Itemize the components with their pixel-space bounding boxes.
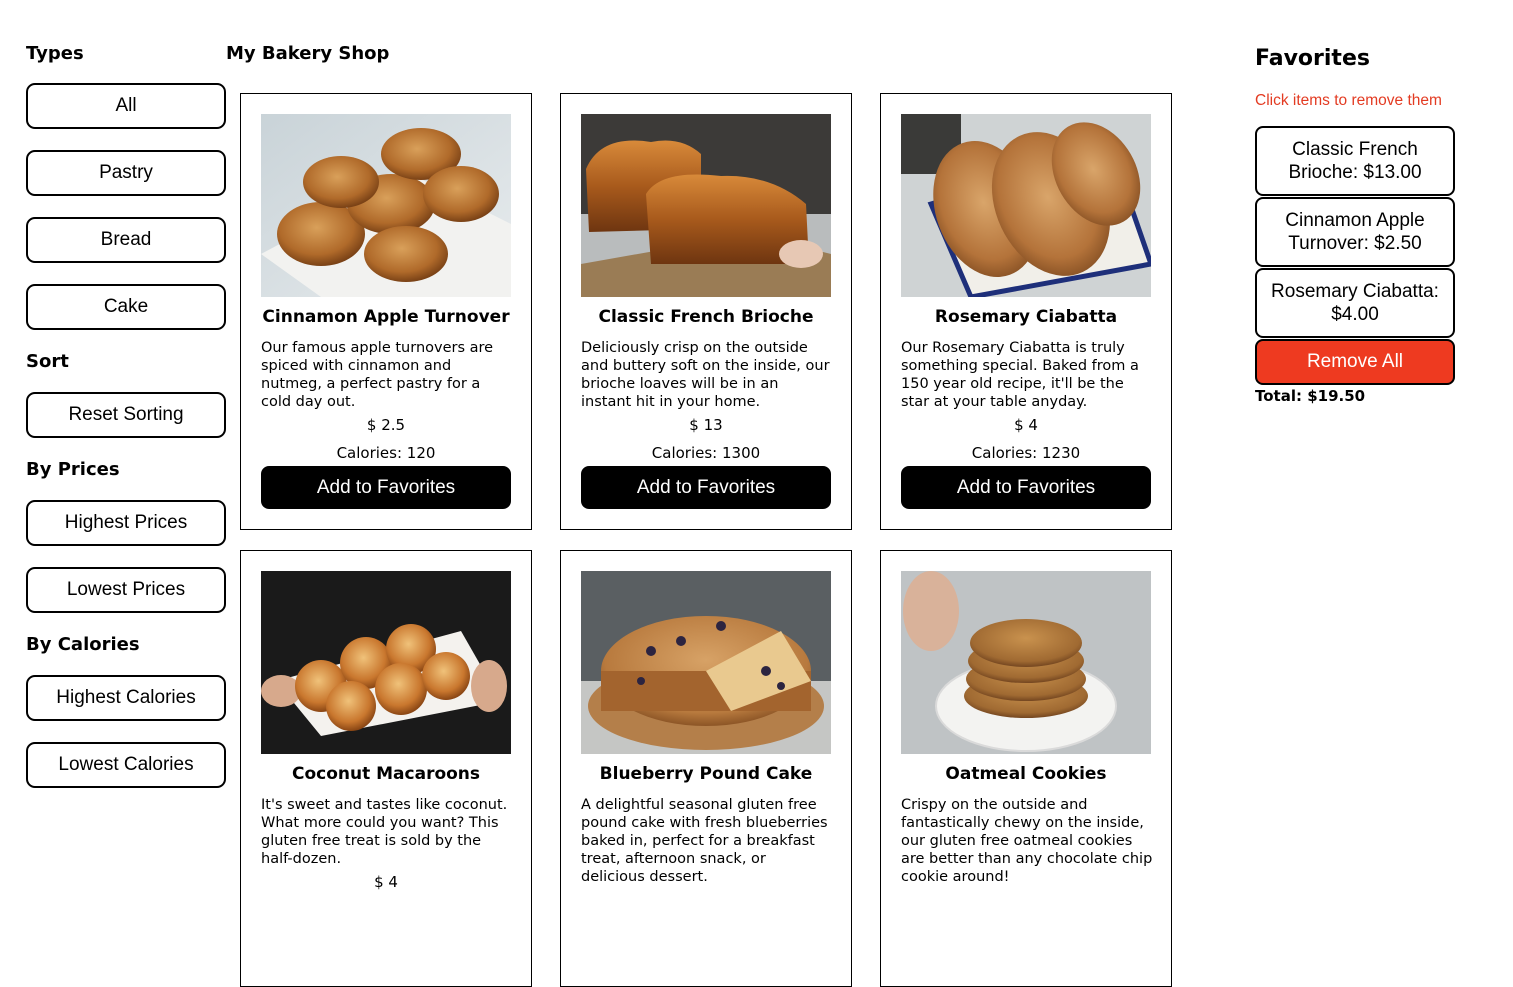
turnover-photo (261, 114, 511, 297)
page-title: My Bakery Shop (226, 43, 390, 64)
types-heading: Types (26, 43, 84, 64)
sort-highest-prices-button[interactable]: Highest Prices (26, 500, 226, 546)
product-description: It's sweet and tastes like coconut. What… (261, 797, 508, 867)
macaroons-photo (261, 571, 511, 754)
product-calories: Calories: 120 (336, 444, 436, 462)
product-name: Cinnamon Apple Turnover (262, 307, 510, 327)
product-name: Oatmeal Cookies (945, 764, 1107, 784)
product-price: $ 13 (689, 416, 723, 434)
reset-sorting-button[interactable]: Reset Sorting (26, 392, 226, 438)
product-description: Crispy on the outside and fantastically … (901, 797, 1153, 885)
product-name: Classic French Brioche (598, 307, 814, 327)
by-calories-heading: By Calories (26, 634, 140, 655)
product-description: Our famous apple turnovers are spiced wi… (261, 340, 494, 410)
product-description: Our Rosemary Ciabatta is truly something… (901, 340, 1139, 410)
sort-lowest-prices-button[interactable]: Lowest Prices (26, 567, 226, 613)
product-card: Classic French Brioche Deliciously crisp… (560, 93, 852, 530)
filter-cake-button[interactable]: Cake (26, 284, 226, 330)
sort-lowest-calories-button[interactable]: Lowest Calories (26, 742, 226, 788)
product-description: Deliciously crisp on the outside and but… (581, 340, 830, 410)
favorite-item[interactable]: Rosemary Ciabatta: $4.00 (1255, 268, 1455, 338)
product-card: Oatmeal Cookies Crispy on the outside an… (880, 550, 1172, 987)
filter-all-button[interactable]: All (26, 83, 226, 129)
product-name: Rosemary Ciabatta (934, 307, 1118, 327)
favorites-total: Total: $19.50 (1255, 387, 1366, 405)
product-card: Coconut Macaroons It's sweet and tastes … (240, 550, 532, 987)
favorites-hint: Click items to remove them (1255, 92, 1442, 109)
sort-highest-calories-button[interactable]: Highest Calories (26, 675, 226, 721)
product-calories: Calories: 1300 (651, 444, 761, 462)
product-name: Blueberry Pound Cake (599, 764, 813, 784)
product-card: Cinnamon Apple Turnover Our famous apple… (240, 93, 532, 530)
add-to-favorites-button[interactable]: Add to Favorites (261, 466, 511, 509)
product-price: $ 2.5 (366, 416, 406, 434)
cookies-photo (901, 571, 1151, 754)
product-calories: Calories: 1230 (971, 444, 1081, 462)
sort-heading: Sort (26, 351, 69, 372)
favorite-item[interactable]: Cinnamon Apple Turnover: $2.50 (1255, 197, 1455, 267)
by-prices-heading: By Prices (26, 459, 120, 480)
add-to-favorites-button[interactable]: Add to Favorites (901, 466, 1151, 509)
product-name: Coconut Macaroons (291, 764, 481, 784)
filter-bread-button[interactable]: Bread (26, 217, 226, 263)
product-card: Rosemary Ciabatta Our Rosemary Ciabatta … (880, 93, 1172, 530)
brioche-photo (581, 114, 831, 297)
filter-pastry-button[interactable]: Pastry (26, 150, 226, 196)
product-card: Blueberry Pound Cake A delightful season… (560, 550, 852, 987)
add-to-favorites-button[interactable]: Add to Favorites (581, 466, 831, 509)
pound-cake-photo (581, 571, 831, 754)
favorite-item[interactable]: Classic French Brioche: $13.00 (1255, 126, 1455, 196)
product-price: $ 4 (1014, 416, 1038, 434)
product-price: $ 4 (374, 873, 398, 891)
favorites-heading: Favorites (1255, 46, 1370, 71)
ciabatta-photo (901, 114, 1151, 297)
remove-all-button[interactable]: Remove All (1255, 339, 1455, 385)
product-description: A delightful seasonal gluten free pound … (581, 797, 828, 885)
